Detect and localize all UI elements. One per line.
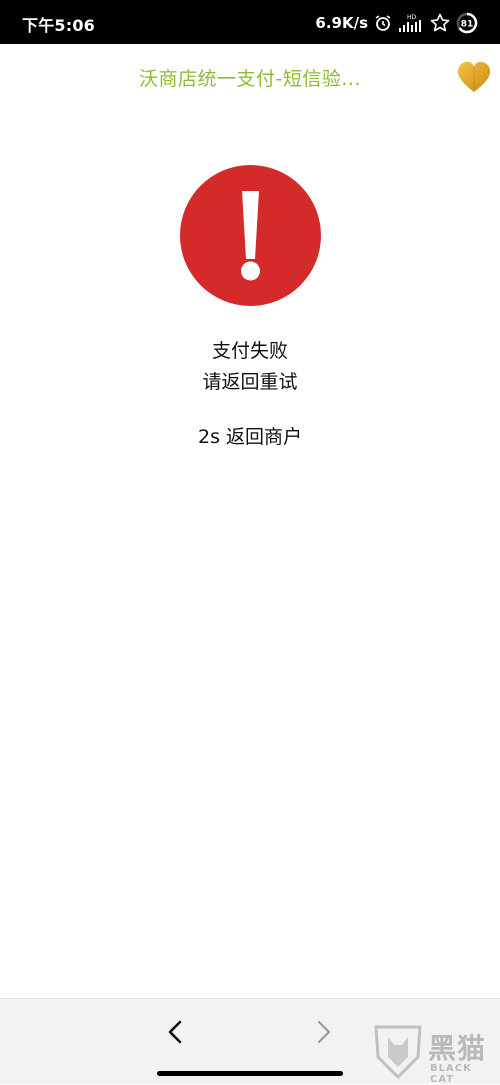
alarm-icon: [374, 14, 392, 32]
chevron-left-icon: [168, 1020, 182, 1044]
back-button[interactable]: [160, 1017, 190, 1047]
return-countdown-text: 2s 返回商户: [197, 426, 303, 448]
home-indicator[interactable]: [157, 1071, 343, 1076]
battery-level: 81: [461, 20, 474, 30]
star-icon: [430, 13, 450, 33]
black-cat-logo-icon: [374, 1025, 422, 1080]
network-speed: 6.9K/s: [315, 14, 368, 32]
page-title: 沃商店统一支付-短信验...: [139, 68, 361, 90]
signal-icon: HD: [398, 13, 424, 33]
watermark-en-text: BLACK CAT: [430, 1063, 472, 1085]
status-time: 下午5:06: [22, 16, 95, 35]
status-bar: 下午5:06 6.9K/s HD 81: [0, 0, 500, 44]
retry-hint-text: 请返回重试: [202, 371, 298, 393]
black-cat-watermark: 黑猫 BLACK CAT: [372, 1023, 500, 1085]
bottom-nav-bar: 黑猫 BLACK CAT: [0, 998, 500, 1085]
payment-status-text: 支付失败: [211, 340, 288, 362]
status-indicators: 6.9K/s HD 81: [315, 10, 478, 36]
forward-button[interactable]: [309, 1017, 339, 1047]
heart-button[interactable]: [456, 60, 492, 94]
heart-icon: [457, 61, 491, 92]
watermark-cn-text: 黑猫: [428, 1032, 487, 1065]
chevron-right-icon: [317, 1020, 331, 1044]
battery-icon: 81: [456, 12, 478, 34]
signal-hd-label: HD: [407, 14, 417, 21]
alert-exclamation-icon: [180, 165, 321, 306]
nav-bar: 沃商店统一支付-短信验...: [0, 44, 500, 112]
